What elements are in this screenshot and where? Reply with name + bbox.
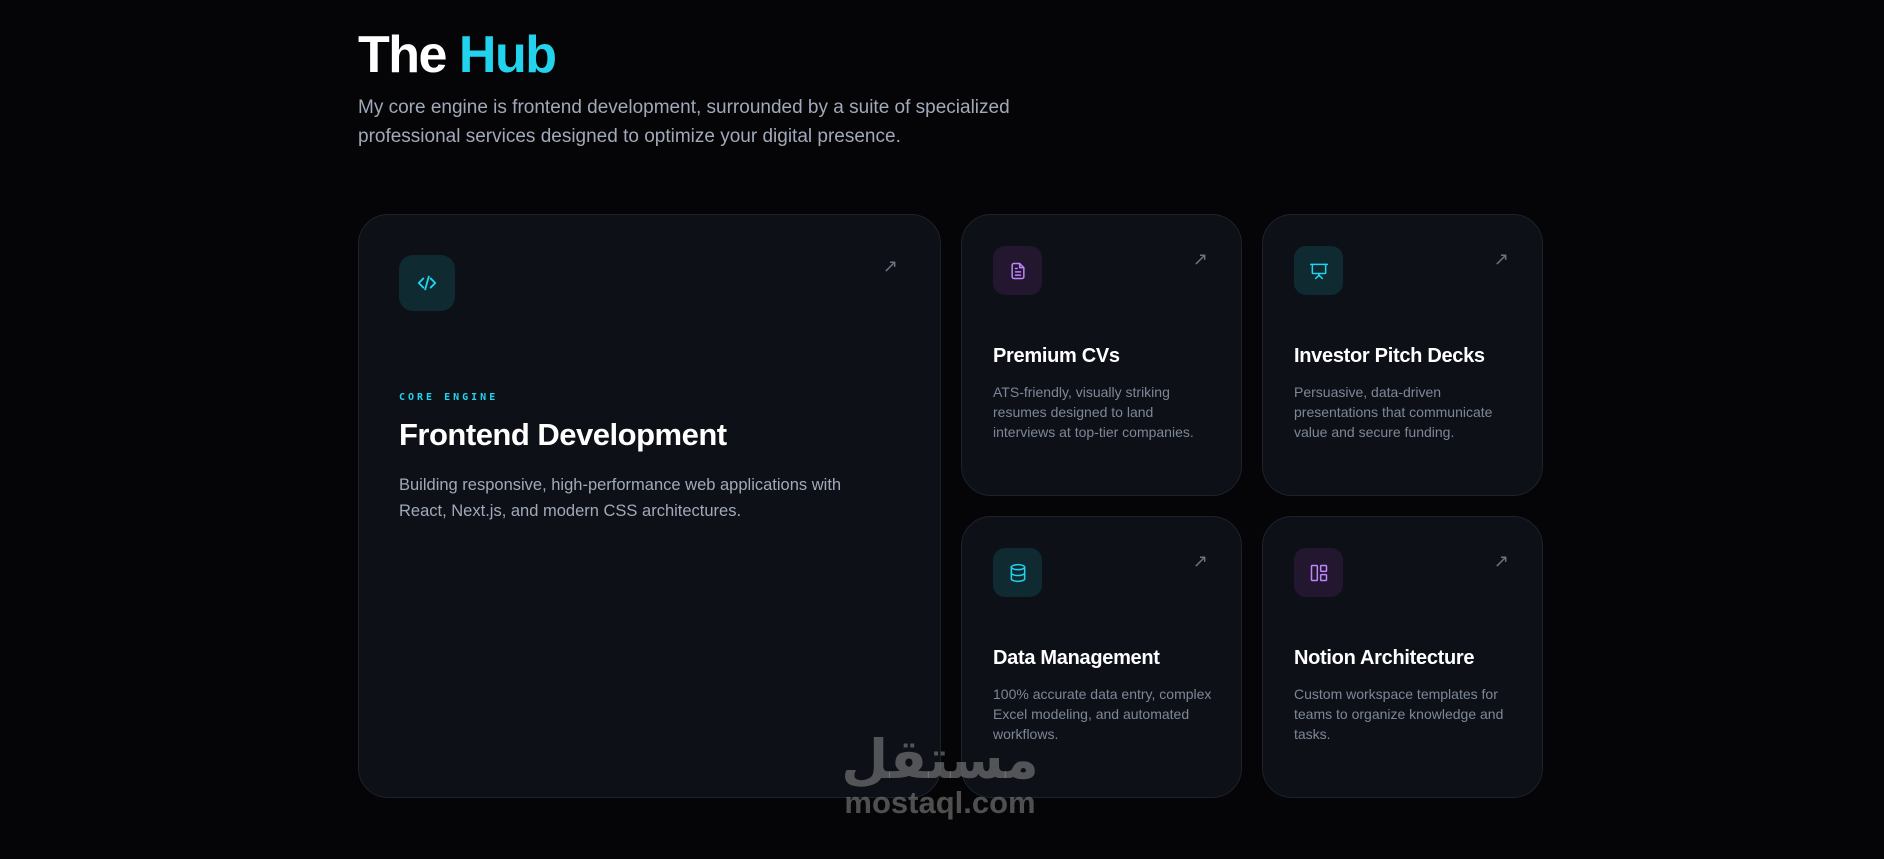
card-title: Premium CVs bbox=[993, 345, 1120, 367]
code-icon bbox=[399, 255, 455, 311]
arrow-up-right-icon[interactable]: ↗ bbox=[883, 257, 898, 275]
card-description: ATS-friendly, visually striking resumes … bbox=[993, 384, 1194, 440]
arrow-up-right-icon[interactable]: ↗ bbox=[1494, 552, 1509, 570]
page-description: My core engine is frontend development, … bbox=[358, 97, 1010, 147]
arrow-up-right-icon[interactable]: ↗ bbox=[1193, 250, 1208, 268]
database-icon bbox=[993, 548, 1042, 597]
layout-icon bbox=[1294, 548, 1343, 597]
title-accent: Hub bbox=[458, 26, 557, 84]
watermark: مستقل mostaql.com bbox=[820, 728, 1060, 820]
page-title: The Hub bbox=[358, 24, 557, 86]
service-card-notion-architecture[interactable]: ↗ Notion Architecture Custom workspace t… bbox=[1262, 516, 1543, 798]
page: The Hub My core engine is frontend devel… bbox=[0, 0, 1884, 859]
title-main: The bbox=[358, 26, 447, 84]
card-title: Data Management bbox=[993, 647, 1160, 669]
presentation-icon bbox=[1294, 246, 1343, 295]
card-description: Persuasive, data-driven presentations th… bbox=[1294, 384, 1493, 440]
watermark-latin: mostaql.com bbox=[844, 785, 1036, 820]
card-title: Notion Architecture bbox=[1294, 647, 1475, 669]
arrow-up-right-icon[interactable]: ↗ bbox=[1494, 250, 1509, 268]
arrow-up-right-icon[interactable]: ↗ bbox=[1193, 552, 1208, 570]
watermark-arabic: مستقل bbox=[841, 728, 1039, 791]
service-card-frontend-development[interactable]: ↗ CORE ENGINE Frontend Development Build… bbox=[358, 214, 941, 798]
card-title: Frontend Development bbox=[399, 417, 727, 452]
card-kicker: CORE ENGINE bbox=[399, 392, 499, 403]
card-description: Custom workspace templates for teams to … bbox=[1294, 686, 1504, 742]
service-card-premium-cvs[interactable]: ↗ Premium CVs ATS-friendly, visually str… bbox=[961, 214, 1242, 496]
service-card-investor-pitch-decks[interactable]: ↗ Investor Pitch Decks Persuasive, data-… bbox=[1262, 214, 1543, 496]
card-title: Investor Pitch Decks bbox=[1294, 345, 1485, 367]
card-description: Building responsive, high-performance we… bbox=[399, 476, 842, 520]
document-icon bbox=[993, 246, 1042, 295]
